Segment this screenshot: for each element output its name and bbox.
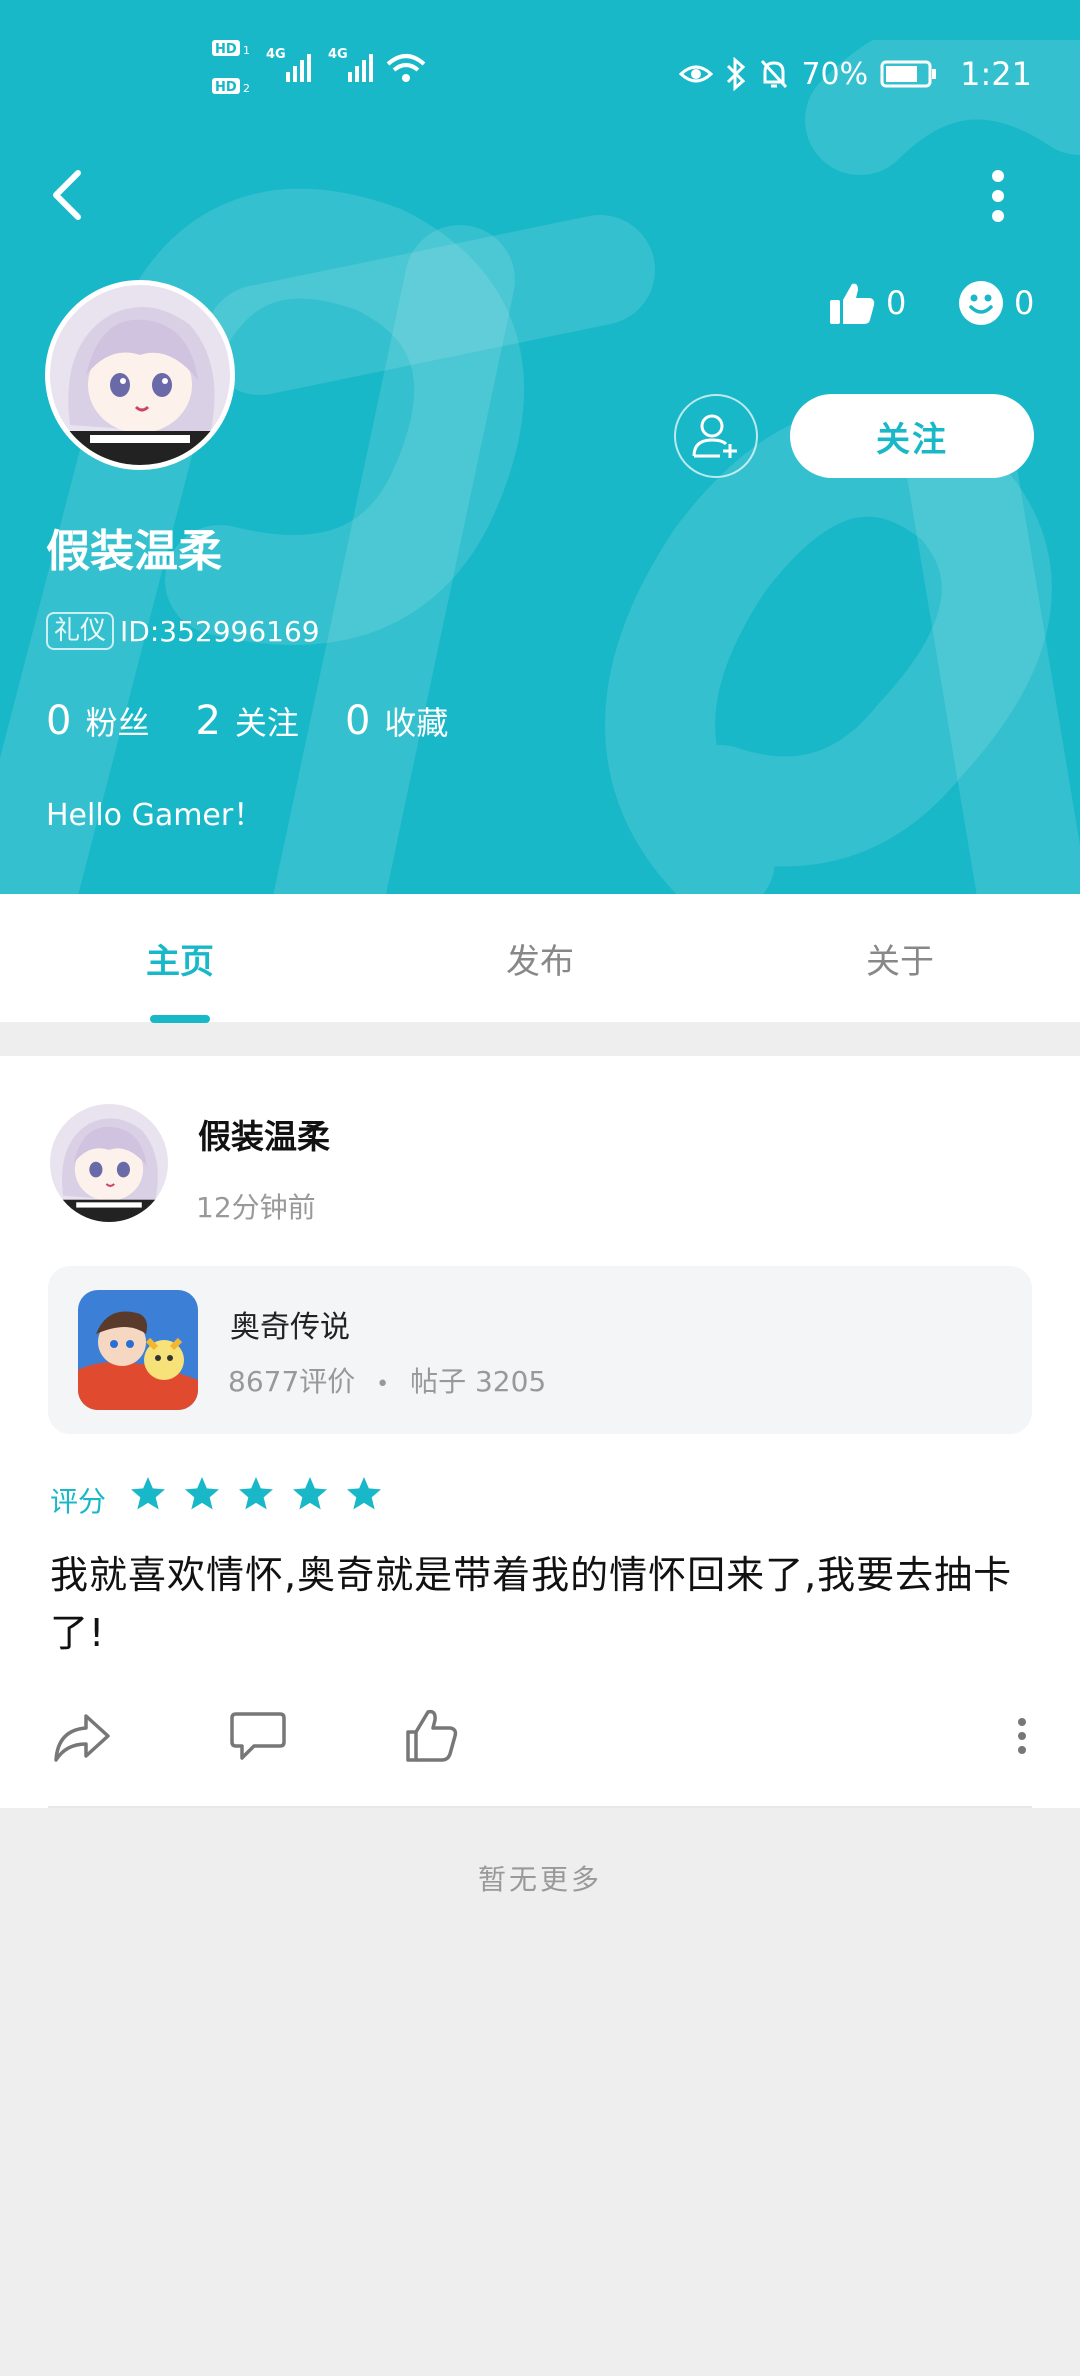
game-reviews: 8677评价: [228, 1365, 356, 1398]
follow-counts: 0 粉丝 2 关注 0 收藏: [46, 698, 494, 744]
svg-text:2: 2: [243, 82, 250, 95]
faces-count: 0: [1014, 284, 1035, 322]
user-badge[interactable]: 礼仪: [46, 612, 115, 650]
bluetooth-icon: [727, 57, 746, 91]
rating-stars: [128, 1474, 384, 1514]
star-icon: [185, 1477, 219, 1510]
favorites-label[interactable]: 收藏: [384, 698, 448, 744]
comment-icon[interactable]: [228, 1708, 288, 1764]
add-friend-button[interactable]: [674, 394, 758, 478]
add-user-icon: [692, 414, 737, 458]
battery-percent: 70%: [801, 56, 869, 92]
more-vertical-icon[interactable]: [984, 166, 1012, 226]
post-timestamp: 12分钟前: [196, 1191, 316, 1224]
network-indicators: HD 1 HD 2 4G 4G: [212, 38, 432, 98]
status-right: 70% 1:21: [679, 54, 1032, 94]
tab-posts[interactable]: 发布: [420, 894, 660, 1022]
svg-text:HD: HD: [215, 80, 237, 95]
follow-button[interactable]: 关注: [790, 394, 1034, 478]
post-more-icon[interactable]: [1008, 1708, 1036, 1764]
star-icon: [347, 1477, 381, 1510]
active-tab-indicator: [150, 1015, 210, 1023]
tab-about[interactable]: 关于: [780, 894, 1020, 1022]
following-count[interactable]: 2: [195, 698, 220, 744]
svg-text:HD: HD: [215, 42, 237, 57]
fans-count[interactable]: 0: [46, 698, 71, 744]
rating-label: 评分: [50, 1485, 107, 1518]
no-more-text: 暂无更多: [477, 1863, 602, 1896]
favorites-count[interactable]: 0: [345, 698, 370, 744]
meta-separator: •: [376, 1372, 390, 1397]
likes-stat[interactable]: 0: [828, 280, 906, 326]
profile-avatar[interactable]: [45, 280, 235, 470]
battery-icon: [880, 60, 937, 88]
clock: 1:21: [960, 55, 1032, 93]
tab-home[interactable]: 主页: [60, 894, 300, 1022]
profile-header: HD 1 HD 2 4G 4G 70% 1:21 0 0 关注 假装温柔 礼仪 …: [0, 0, 1080, 894]
user-id: ID:352996169: [120, 614, 320, 648]
profile-tabs: 主页 发布 关于: [0, 894, 1080, 1022]
post-author-name[interactable]: 假装温柔: [198, 1110, 330, 1158]
game-posts: 帖子 3205: [410, 1365, 547, 1398]
profile-username: 假装温柔: [46, 526, 222, 577]
signal-icons: HD 1 HD 2 4G 4G: [212, 40, 426, 95]
avatar-image: [50, 285, 230, 465]
svg-text:4G: 4G: [266, 47, 286, 62]
eye-icon: [679, 65, 714, 83]
game-name[interactable]: 奥奇传说: [230, 1302, 350, 1346]
status-bar: HD 1 HD 2 4G 4G 70% 1:21: [0, 38, 1080, 98]
star-icon: [131, 1477, 165, 1510]
fans-label[interactable]: 粉丝: [85, 698, 149, 744]
share-icon[interactable]: [52, 1708, 112, 1764]
game-icon[interactable]: [78, 1290, 198, 1410]
profile-bio: Hello Gamer！: [46, 798, 264, 833]
faces-stat[interactable]: 0: [958, 280, 1034, 326]
likes-count: 0: [886, 284, 907, 322]
star-icon: [293, 1477, 327, 1510]
svg-text:4G: 4G: [328, 47, 348, 62]
bell-muted-icon: [761, 59, 788, 89]
svg-text:1: 1: [243, 44, 250, 57]
smiley-icon: [959, 281, 1003, 325]
back-arrow-icon[interactable]: [44, 165, 88, 225]
post-body[interactable]: 我就喜欢情怀,奥奇就是带着我的情怀回来了,我要去抽卡了!: [50, 1546, 1030, 1662]
user-id-row: 礼仪 ID:352996169: [46, 612, 320, 650]
game-artwork: [78, 1290, 198, 1410]
like-icon[interactable]: [402, 1708, 462, 1764]
star-icon: [239, 1477, 273, 1510]
game-meta: 8677评价 • 帖子 3205: [228, 1360, 546, 1400]
post-author-avatar[interactable]: [50, 1104, 168, 1222]
card-divider: [48, 1806, 1032, 1808]
thumbs-up-icon: [830, 283, 875, 324]
avatar-image: [50, 1104, 168, 1222]
following-label[interactable]: 关注: [235, 698, 299, 744]
